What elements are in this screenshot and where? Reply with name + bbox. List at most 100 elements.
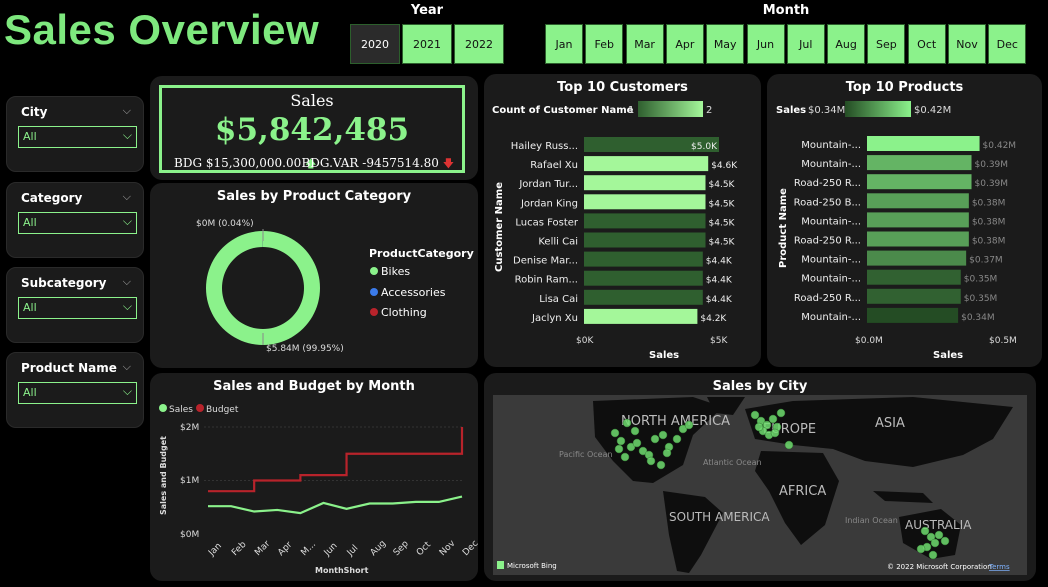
city-bubble[interactable] bbox=[622, 418, 632, 428]
world-map[interactable]: NORTH AMERICA EUROPE ASIA AFRICA SOUTH A… bbox=[493, 395, 1027, 575]
region-label: AFRICA bbox=[779, 484, 826, 499]
product-name-dropdown[interactable]: All ⌵ bbox=[18, 382, 137, 404]
city-bubble[interactable] bbox=[776, 408, 786, 418]
bar[interactable] bbox=[867, 155, 972, 171]
bar[interactable] bbox=[867, 250, 967, 266]
bar[interactable] bbox=[867, 288, 961, 304]
chevron-down-icon: ⌵ bbox=[122, 214, 132, 228]
bar[interactable] bbox=[584, 308, 698, 324]
bar[interactable] bbox=[867, 136, 980, 151]
bar[interactable] bbox=[584, 213, 706, 229]
legend-swatch-budget bbox=[196, 404, 204, 412]
month-button-oct[interactable]: Oct bbox=[907, 24, 946, 64]
category-label: Jordan Tur... bbox=[518, 179, 578, 190]
legend-swatch-sales bbox=[159, 404, 167, 412]
month-button-jul[interactable]: Jul bbox=[786, 24, 825, 64]
month-button-aug[interactable]: Aug bbox=[827, 24, 866, 64]
year-button-2020[interactable]: 2020 bbox=[350, 24, 400, 64]
map-svg: NORTH AMERICA EUROPE ASIA AFRICA SOUTH A… bbox=[497, 397, 1013, 573]
city-bubble[interactable] bbox=[614, 444, 624, 454]
month-button-may[interactable]: May bbox=[706, 24, 745, 64]
variance-text: BDG.VAR -9457514.80 🡇 bbox=[301, 155, 454, 174]
city-bubble[interactable] bbox=[610, 428, 620, 438]
city-bubble[interactable] bbox=[630, 426, 640, 436]
month-button-jan[interactable]: Jan bbox=[545, 24, 583, 64]
bar[interactable] bbox=[584, 232, 706, 248]
city-bubble[interactable] bbox=[650, 434, 660, 444]
city-bubble[interactable] bbox=[672, 434, 682, 444]
series-line-budget[interactable] bbox=[208, 427, 464, 493]
category-label: Rafael Xu bbox=[530, 160, 578, 171]
kpi-frame: Sales $5,842,485 BDG $15,300,000.00 🡅 BD… bbox=[159, 85, 465, 173]
customers-bar-chart: Count of Customer Name 1 2 Customer Name… bbox=[492, 101, 738, 361]
bar[interactable] bbox=[584, 156, 709, 172]
sales-by-category-card: Sales by Product Category $0M (0.04%) $5… bbox=[150, 183, 478, 368]
kpi-value: $5,842,485 bbox=[214, 112, 410, 148]
city-bubble[interactable] bbox=[656, 460, 666, 470]
city-bubble[interactable] bbox=[754, 422, 764, 432]
city-bubble[interactable] bbox=[616, 436, 626, 446]
bar[interactable] bbox=[584, 270, 703, 286]
y-axis-title: Customer Name bbox=[494, 182, 505, 272]
bar[interactable] bbox=[584, 289, 703, 305]
data-label: $0.34M bbox=[961, 313, 995, 323]
month-button-mar[interactable]: Mar bbox=[625, 24, 664, 64]
sales-kpi-card: Sales $5,842,485 BDG $15,300,000.00 🡅 BD… bbox=[150, 76, 478, 180]
category-label: Mountain-... bbox=[801, 159, 861, 170]
legend-label-accessories: Accessories bbox=[381, 286, 446, 299]
x-tick: M... bbox=[299, 539, 318, 558]
city-bubble[interactable] bbox=[916, 544, 926, 554]
bar[interactable] bbox=[867, 269, 961, 285]
chevron-down-icon: ⌵ bbox=[122, 128, 132, 142]
city-bubble[interactable] bbox=[770, 428, 780, 438]
city-bubble[interactable] bbox=[934, 530, 944, 540]
bar[interactable] bbox=[867, 212, 969, 228]
city-bubble[interactable] bbox=[928, 550, 938, 560]
bar[interactable] bbox=[867, 307, 959, 323]
city-bubble[interactable] bbox=[768, 414, 778, 424]
bar[interactable] bbox=[867, 174, 972, 190]
city-dropdown[interactable]: All ⌵ bbox=[18, 126, 137, 148]
region-label: AUSTRALIA bbox=[905, 518, 972, 532]
page-title: Sales Overview bbox=[4, 6, 320, 53]
month-button-feb[interactable]: Feb bbox=[585, 24, 624, 64]
data-label: $0.35M bbox=[964, 294, 998, 304]
city-bubble[interactable] bbox=[632, 438, 642, 448]
city-bubble[interactable] bbox=[920, 526, 930, 536]
bar[interactable] bbox=[867, 193, 969, 209]
sales-by-city-card: Sales by City NORTH AMERICA EUROPE ASIA … bbox=[484, 373, 1036, 581]
series-line-sales[interactable] bbox=[208, 495, 463, 515]
city-bubble[interactable] bbox=[684, 420, 694, 430]
chevron-down-icon[interactable]: ⌵ bbox=[123, 360, 131, 374]
bar[interactable] bbox=[584, 194, 706, 210]
bar[interactable] bbox=[867, 231, 969, 247]
year-button-2022[interactable]: 2022 bbox=[454, 24, 504, 64]
subcategory-filter: Subcategory ⌵ All ⌵ bbox=[6, 267, 144, 343]
year-button-2021[interactable]: 2021 bbox=[402, 24, 452, 64]
city-bubble[interactable] bbox=[646, 456, 656, 466]
city-bubble[interactable] bbox=[658, 430, 668, 440]
category-label: Lisa Cai bbox=[539, 294, 578, 305]
city-bubble[interactable] bbox=[784, 440, 794, 450]
subcategory-dropdown[interactable]: All ⌵ bbox=[18, 297, 137, 319]
month-button-dec[interactable]: Dec bbox=[988, 24, 1027, 64]
category-dropdown[interactable]: All ⌵ bbox=[18, 212, 137, 234]
chevron-down-icon[interactable]: ⌵ bbox=[123, 275, 131, 289]
city-bubble[interactable] bbox=[620, 452, 630, 462]
chevron-down-icon[interactable]: ⌵ bbox=[123, 104, 131, 118]
dropdown-value: All bbox=[23, 216, 37, 229]
city-bubble[interactable] bbox=[750, 410, 760, 420]
chevron-down-icon[interactable]: ⌵ bbox=[123, 190, 131, 204]
city-bubble[interactable] bbox=[940, 536, 950, 546]
donut-slice-bikes[interactable] bbox=[206, 231, 321, 345]
bar[interactable] bbox=[584, 251, 703, 267]
month-button-jun[interactable]: Jun bbox=[746, 24, 785, 64]
city-bubble[interactable] bbox=[662, 448, 672, 458]
map-terms-link[interactable]: Terms bbox=[988, 563, 1010, 571]
month-button-sep[interactable]: Sep bbox=[867, 24, 906, 64]
city-bubble[interactable] bbox=[930, 538, 940, 548]
month-button-apr[interactable]: Apr bbox=[665, 24, 704, 64]
x-tick: $0K bbox=[576, 336, 594, 346]
bar[interactable] bbox=[584, 175, 706, 191]
month-button-nov[interactable]: Nov bbox=[948, 24, 986, 64]
